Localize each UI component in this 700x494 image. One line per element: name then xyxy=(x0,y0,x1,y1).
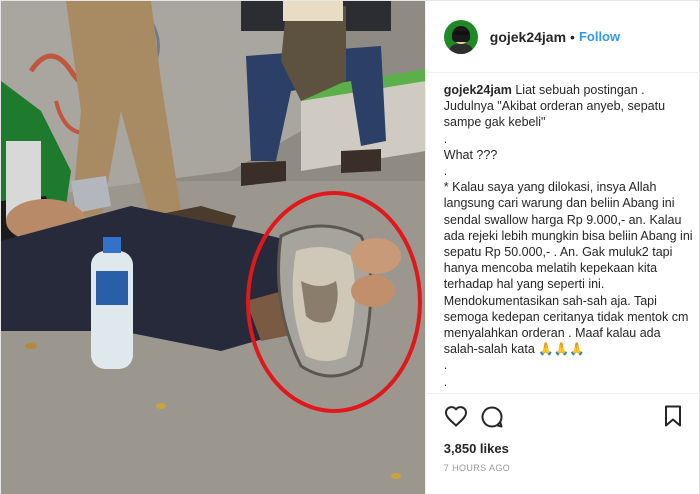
comment-icon[interactable] xyxy=(480,405,504,434)
likes-count[interactable]: 3,850 likes xyxy=(444,441,509,456)
follow-button[interactable]: Follow xyxy=(579,29,620,44)
header-username[interactable]: gojek24jam xyxy=(490,29,566,45)
caption-line: Mendokumentasikan sah-sah aja. Tapi semo… xyxy=(443,293,689,357)
separator-dot: • xyxy=(570,28,575,45)
bookmark-icon[interactable] xyxy=(663,405,683,432)
caption-line: . xyxy=(443,164,448,179)
heart-icon[interactable] xyxy=(444,405,468,432)
instagram-post: gojek24jam • Follow gojek24jam Liat sebu… xyxy=(0,0,700,494)
caption-line: Judulnya "Akibat orderan anyeb, sepatu s… xyxy=(443,99,666,130)
caption-username[interactable]: gojek24jam xyxy=(444,83,512,97)
caption-line: . xyxy=(443,374,448,389)
post-sidebar: gojek24jam • Follow gojek24jam Liat sebu… xyxy=(424,1,700,494)
post-timestamp[interactable]: 7 HOURS AGO xyxy=(444,463,510,473)
caption-line: What ??? xyxy=(443,147,498,162)
post-header: gojek24jam • Follow xyxy=(425,1,700,73)
avatar[interactable] xyxy=(443,19,478,54)
caption-line: * Kalau saya yang dilokasi, insya Allah … xyxy=(443,180,693,292)
caption-line: . xyxy=(443,358,448,373)
caption-line: . xyxy=(443,131,448,146)
caption-line: gojek24jam Liat sebuah postingan . xyxy=(443,83,645,97)
post-photo[interactable] xyxy=(1,1,425,494)
post-actions xyxy=(425,393,700,434)
caption-line: . xyxy=(444,390,696,392)
post-caption: gojek24jam Liat sebuah postingan . Judul… xyxy=(444,82,696,392)
photo-illustration xyxy=(1,1,425,494)
